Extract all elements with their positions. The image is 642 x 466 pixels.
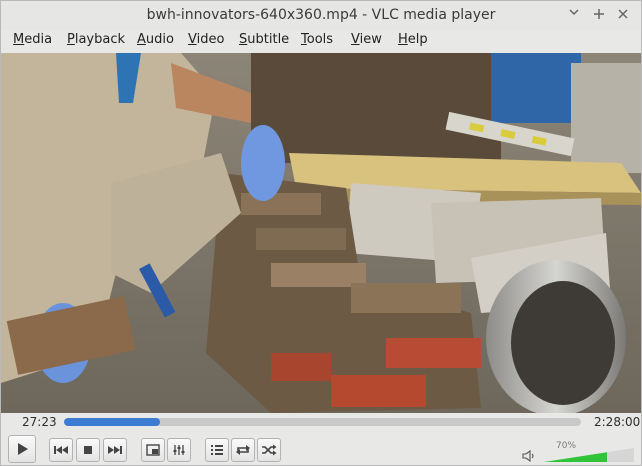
volume-slider[interactable] [544,448,634,462]
volume-level [544,452,607,462]
red-brick-1 [386,338,481,368]
loop-button[interactable] [231,438,255,462]
brick-4 [351,283,461,313]
minimize-icon [569,9,579,16]
background-wall [251,53,501,163]
menu-help[interactable]: Help [398,32,428,47]
window-title: bwh-innovators-640x360.mp4 - VLC media p… [146,7,496,23]
stop-icon [84,446,92,454]
close-button[interactable] [614,6,632,24]
close-icon [618,9,628,19]
previous-icon [54,446,68,454]
next-button[interactable] [103,438,127,462]
playlist-button[interactable] [205,438,229,462]
loop-icon [236,445,250,455]
stop-button[interactable] [76,438,100,462]
menu-video[interactable]: Video [188,32,224,47]
blue-barrel [491,53,581,123]
duct-opening [511,281,615,405]
red-brick-3 [271,353,331,381]
seek-row: 27:23 2:28:00 [1,413,641,432]
extended-settings-icon [173,445,185,455]
mute-button[interactable] [522,449,536,466]
previous-button[interactable] [49,438,73,462]
play-button[interactable] [8,435,36,463]
red-brick-2 [331,375,426,407]
total-time[interactable]: 2:28:00 [594,415,640,429]
background-blocks [571,63,641,173]
playlist-icon [211,445,223,455]
menu-bar: Media Playback Audio Video Subtitle Tool… [1,30,641,52]
menu-subtitle[interactable]: Subtitle [239,32,289,47]
video-frame [1,53,641,413]
menu-playback[interactable]: Playback [67,32,125,47]
next-icon [108,446,122,454]
maximize-button[interactable] [590,6,608,24]
menu-view[interactable]: View [351,32,382,47]
extended-settings-button[interactable] [167,438,191,462]
video-area[interactable] [1,53,641,413]
minimize-button[interactable] [565,4,583,22]
menu-audio[interactable]: Audio [137,32,174,47]
fullscreen-button[interactable] [141,438,165,462]
vlc-window: bwh-innovators-640x360.mp4 - VLC media p… [0,0,642,466]
menu-media[interactable]: Media [13,32,52,47]
play-icon [18,443,28,455]
glove-right [241,125,285,201]
elapsed-time[interactable]: 27:23 [22,415,57,429]
random-icon [262,444,277,456]
speaker-icon [522,449,534,463]
title-bar[interactable]: bwh-innovators-640x360.mp4 - VLC media p… [1,1,641,30]
maximize-icon [594,9,604,19]
fullscreen-icon [146,444,160,456]
menu-tools[interactable]: Tools [301,32,333,47]
brick-2 [256,228,346,250]
random-button[interactable] [257,438,281,462]
seek-progress [64,418,160,426]
seek-slider[interactable] [64,418,581,426]
